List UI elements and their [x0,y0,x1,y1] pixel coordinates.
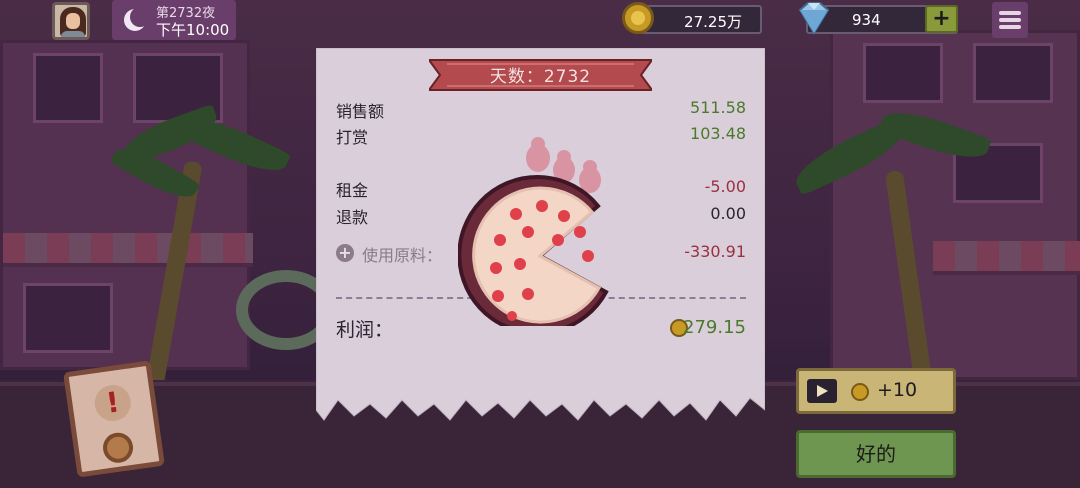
player-avatar-button[interactable] [52,2,90,40]
play-video-icon [807,379,837,403]
buy-gems-button[interactable]: + [925,5,958,33]
watch-ad-reward-button[interactable]: +10 [796,368,956,414]
gem-amount: 934 [852,11,881,29]
sales-amount: 511.58 [690,98,746,117]
ingredients-amount: -330.91 [684,242,746,261]
coin-icon [851,383,869,401]
night-counter: 第2732夜 下午10:00 [112,0,236,40]
daily-summary-receipt: 天数：2732 销售额 511.58 打赏 103.48 租金 -5.00 退款… [316,48,765,433]
left-building [0,40,253,370]
hamburger-menu-icon[interactable] [992,2,1028,38]
exclamation-icon: ! [92,382,134,424]
profit-amount: 279.15 [683,317,746,338]
expand-plus-icon[interactable]: + [336,244,354,262]
ingredients-label: 使用原料： [362,246,443,265]
rent-label: 租金 [336,181,369,200]
coin-icon [622,2,654,34]
clock-time: 下午10:00 [156,21,230,39]
tips-label: 打赏 [336,128,369,147]
ok-button[interactable]: 好的 [796,430,956,478]
right-building [830,30,1080,380]
badge-icon [101,430,135,465]
coin-balance: 27.25万 [640,5,762,34]
moon-icon [124,7,149,31]
pizza-icon [458,137,609,326]
refund-amount: 0.00 [710,204,746,223]
day-banner-label: 天数：2732 [489,67,592,87]
alert-card[interactable]: ! [63,360,165,478]
tips-amount: 103.48 [690,124,746,143]
sales-label: 销售额 [336,102,385,121]
sales-row: 销售额 511.58 [336,98,746,122]
coin-amount: 27.25万 [684,13,742,31]
rent-amount: -5.00 [704,177,746,196]
ad-reward-amount: +10 [877,379,918,401]
diamond-icon [798,2,830,35]
profit-label: 利润： [336,319,394,341]
refund-label: 退款 [336,208,369,227]
